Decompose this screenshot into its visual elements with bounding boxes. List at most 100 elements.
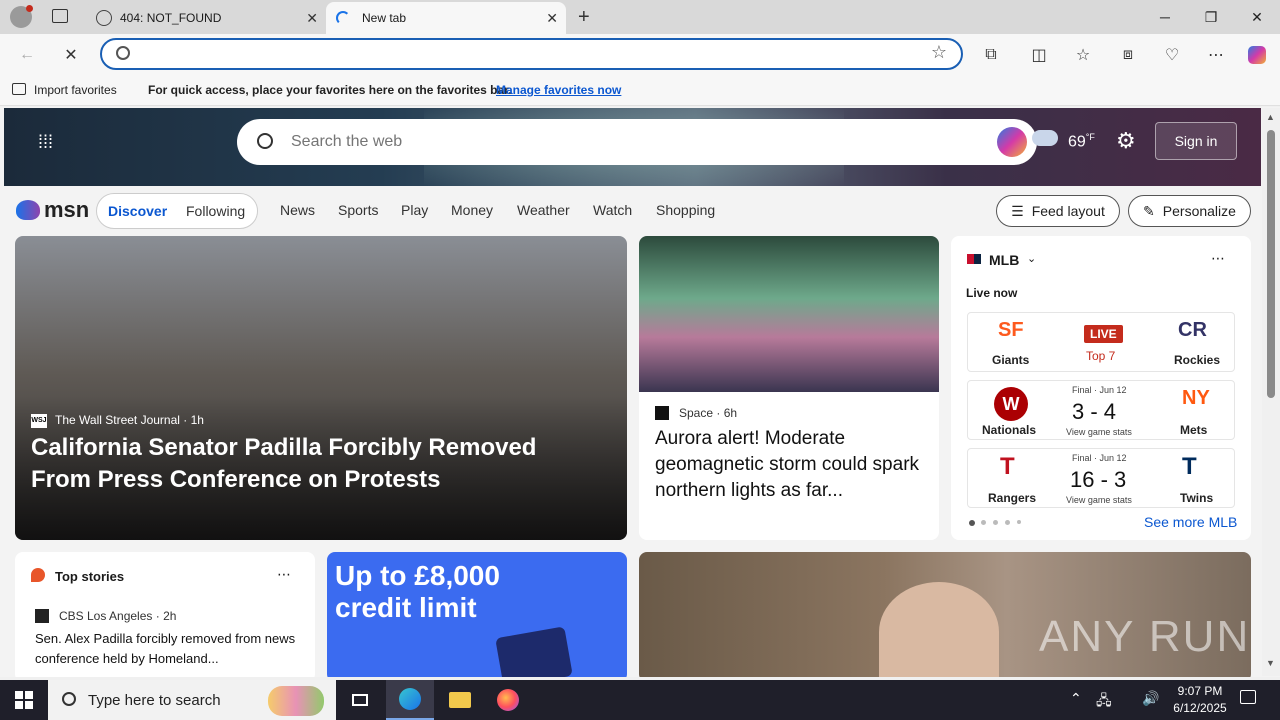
chevron-down-icon[interactable]: ⌄ bbox=[1027, 252, 1036, 265]
scroll-up-arrow[interactable]: ▲ bbox=[1266, 112, 1275, 122]
view-stats-link[interactable]: View game stats bbox=[1066, 427, 1132, 437]
search-icon bbox=[257, 133, 273, 149]
tab-actions-icon[interactable] bbox=[52, 9, 68, 23]
search-icon bbox=[62, 692, 76, 706]
file-explorer-icon[interactable] bbox=[436, 680, 484, 720]
settings-gear-icon[interactable]: ⚙ bbox=[1116, 128, 1136, 154]
nav-sports[interactable]: Sports bbox=[338, 202, 378, 218]
start-button[interactable] bbox=[0, 680, 48, 720]
fire-icon bbox=[31, 568, 45, 582]
personalize-button[interactable]: ✎ Personalize bbox=[1128, 195, 1251, 227]
import-favorites-button[interactable]: Import favorites bbox=[34, 83, 117, 97]
sign-in-button[interactable]: Sign in bbox=[1155, 122, 1237, 160]
taskbar-search-box[interactable]: Type here to search bbox=[48, 680, 336, 720]
network-icon[interactable]: 🖧 bbox=[1096, 690, 1112, 714]
collections-icon[interactable]: ⧈ bbox=[1115, 42, 1141, 68]
top-stories-title[interactable]: Top stories bbox=[55, 569, 124, 584]
copilot-search-icon[interactable] bbox=[997, 127, 1027, 157]
system-clock[interactable]: 9:07 PM 6/12/2025 bbox=[1166, 683, 1234, 717]
nav-shopping[interactable]: Shopping bbox=[656, 202, 715, 218]
nav-news[interactable]: News bbox=[280, 202, 315, 218]
scroll-thumb[interactable] bbox=[1267, 130, 1275, 398]
rockies-logo: CR bbox=[1178, 319, 1207, 341]
tab-title: 404: NOT_FOUND bbox=[120, 11, 222, 25]
show-hidden-icons[interactable]: ⌃ bbox=[1070, 690, 1082, 707]
game-rangers-twins[interactable]: T Rangers Final · Jun 12 16 - 3 View gam… bbox=[967, 448, 1235, 508]
tab-discover[interactable]: Discover bbox=[108, 203, 167, 219]
more-options-icon[interactable]: ⋯ bbox=[1211, 250, 1225, 267]
see-more-mlb-link[interactable]: See more MLB bbox=[1144, 514, 1237, 530]
game-status: Final · Jun 12 bbox=[1072, 385, 1127, 395]
favorite-star-icon[interactable]: ☆ bbox=[931, 42, 947, 63]
nav-weather[interactable]: Weather bbox=[517, 202, 570, 218]
copilot-icon[interactable] bbox=[1244, 42, 1270, 68]
weather-temperature[interactable]: 69°F bbox=[1068, 132, 1095, 151]
mets-logo: NY bbox=[1182, 387, 1210, 409]
credit-ad-card[interactable]: Up to £8,000 credit limit bbox=[327, 552, 627, 677]
clock-time: 9:07 PM bbox=[1177, 684, 1223, 698]
app-launcher-icon[interactable]: ⁞⁞⁞ bbox=[38, 132, 58, 152]
game-inning: Top 7 bbox=[1086, 349, 1116, 363]
page-scrollbar[interactable]: ▲ ▼ bbox=[1262, 108, 1280, 676]
game-giants-rockies[interactable]: SF Giants LIVE Top 7 CR Rockies bbox=[967, 312, 1235, 372]
live-badge: LIVE bbox=[1084, 325, 1123, 343]
manage-favorites-link[interactable]: Manage favorites now bbox=[496, 83, 621, 97]
tab-new-tab[interactable]: New tab ✕ bbox=[326, 2, 566, 34]
edge-taskbar-icon[interactable] bbox=[386, 680, 434, 720]
live-now-label: Live now bbox=[966, 286, 1018, 300]
volume-icon[interactable]: 🔊 bbox=[1142, 690, 1159, 707]
top-story-headline[interactable]: Sen. Alex Padilla forcibly removed from … bbox=[35, 629, 300, 669]
split-screen-icon[interactable]: ◫ bbox=[1026, 42, 1052, 68]
credit-card-image bbox=[495, 626, 573, 677]
more-options-icon[interactable]: ⋯ bbox=[277, 566, 291, 583]
game-nationals-mets[interactable]: W Nationals Final · Jun 12 3 - 4 View ga… bbox=[967, 380, 1235, 440]
web-search-input[interactable] bbox=[291, 131, 971, 153]
mlb-title[interactable]: MLB bbox=[989, 252, 1019, 268]
hero-story-card[interactable]: WSJ The Wall Street Journal · 1h Califor… bbox=[15, 236, 627, 540]
taskbar-search-placeholder: Type here to search bbox=[88, 692, 221, 709]
hero-headline[interactable]: California Senator Padilla Forcibly Remo… bbox=[31, 432, 601, 496]
nav-watch[interactable]: Watch bbox=[593, 202, 632, 218]
tab-404[interactable]: 404: NOT_FOUND ✕ bbox=[86, 2, 326, 34]
sliders-icon: ☰ bbox=[1011, 202, 1024, 219]
feed-layout-button[interactable]: ☰ Feed layout bbox=[996, 195, 1120, 227]
minimize-button[interactable]: ─ bbox=[1142, 0, 1188, 34]
video-story-card[interactable]: ANY RUN bbox=[639, 552, 1251, 677]
profile-icon[interactable] bbox=[10, 5, 33, 28]
close-window-button[interactable]: ✕ bbox=[1234, 0, 1280, 34]
msn-logo[interactable]: msn bbox=[16, 197, 89, 223]
stop-loading-icon[interactable]: ✕ bbox=[58, 42, 84, 68]
close-tab-icon[interactable]: ✕ bbox=[546, 10, 558, 27]
aurora-headline[interactable]: Aurora alert! Moderate geomagnetic storm… bbox=[655, 426, 925, 504]
new-tab-button[interactable]: + bbox=[578, 5, 598, 29]
nav-money[interactable]: Money bbox=[451, 202, 493, 218]
more-menu-icon[interactable]: ⋯ bbox=[1203, 42, 1229, 68]
favorites-icon[interactable]: ☆ bbox=[1070, 42, 1096, 68]
firefox-icon[interactable] bbox=[484, 680, 532, 720]
address-bar[interactable]: ☆ bbox=[100, 38, 963, 70]
close-tab-icon[interactable]: ✕ bbox=[306, 10, 318, 27]
favorites-bar-message: For quick access, place your favorites h… bbox=[148, 83, 512, 97]
top-stories-card: Top stories ⋯ CBS Los Angeles · 2h Sen. … bbox=[15, 552, 315, 677]
aurora-source: Space · 6h bbox=[679, 406, 738, 420]
task-view-icon[interactable] bbox=[336, 680, 384, 720]
team-home: Giants bbox=[992, 353, 1030, 367]
nav-play[interactable]: Play bbox=[401, 202, 428, 218]
scroll-down-arrow[interactable]: ▼ bbox=[1266, 658, 1275, 668]
carousel-dots[interactable] bbox=[969, 520, 1029, 526]
rangers-logo: T bbox=[1000, 453, 1015, 480]
cbs-source-icon bbox=[35, 609, 49, 623]
view-stats-link[interactable]: View game stats bbox=[1066, 495, 1132, 505]
extensions-icon[interactable]: ⧉ bbox=[978, 42, 1004, 68]
address-input[interactable] bbox=[142, 44, 922, 64]
back-icon[interactable]: ← bbox=[14, 42, 40, 68]
msn-butterfly-icon bbox=[16, 200, 40, 220]
web-search-box[interactable] bbox=[237, 119, 1037, 165]
msn-page: ⁞⁞⁞ 69°F ⚙ Sign in msn Discover Followin… bbox=[0, 107, 1280, 677]
notifications-icon[interactable] bbox=[1240, 690, 1256, 704]
browser-title-bar: 404: NOT_FOUND ✕ New tab ✕ + ─ ❐ ✕ bbox=[0, 0, 1280, 34]
restore-button[interactable]: ❐ bbox=[1188, 0, 1234, 34]
aurora-story-card[interactable]: Space · 6h Aurora alert! Moderate geomag… bbox=[639, 236, 939, 540]
tab-following[interactable]: Following bbox=[186, 203, 245, 219]
browser-essentials-icon[interactable]: ♡ bbox=[1159, 42, 1185, 68]
